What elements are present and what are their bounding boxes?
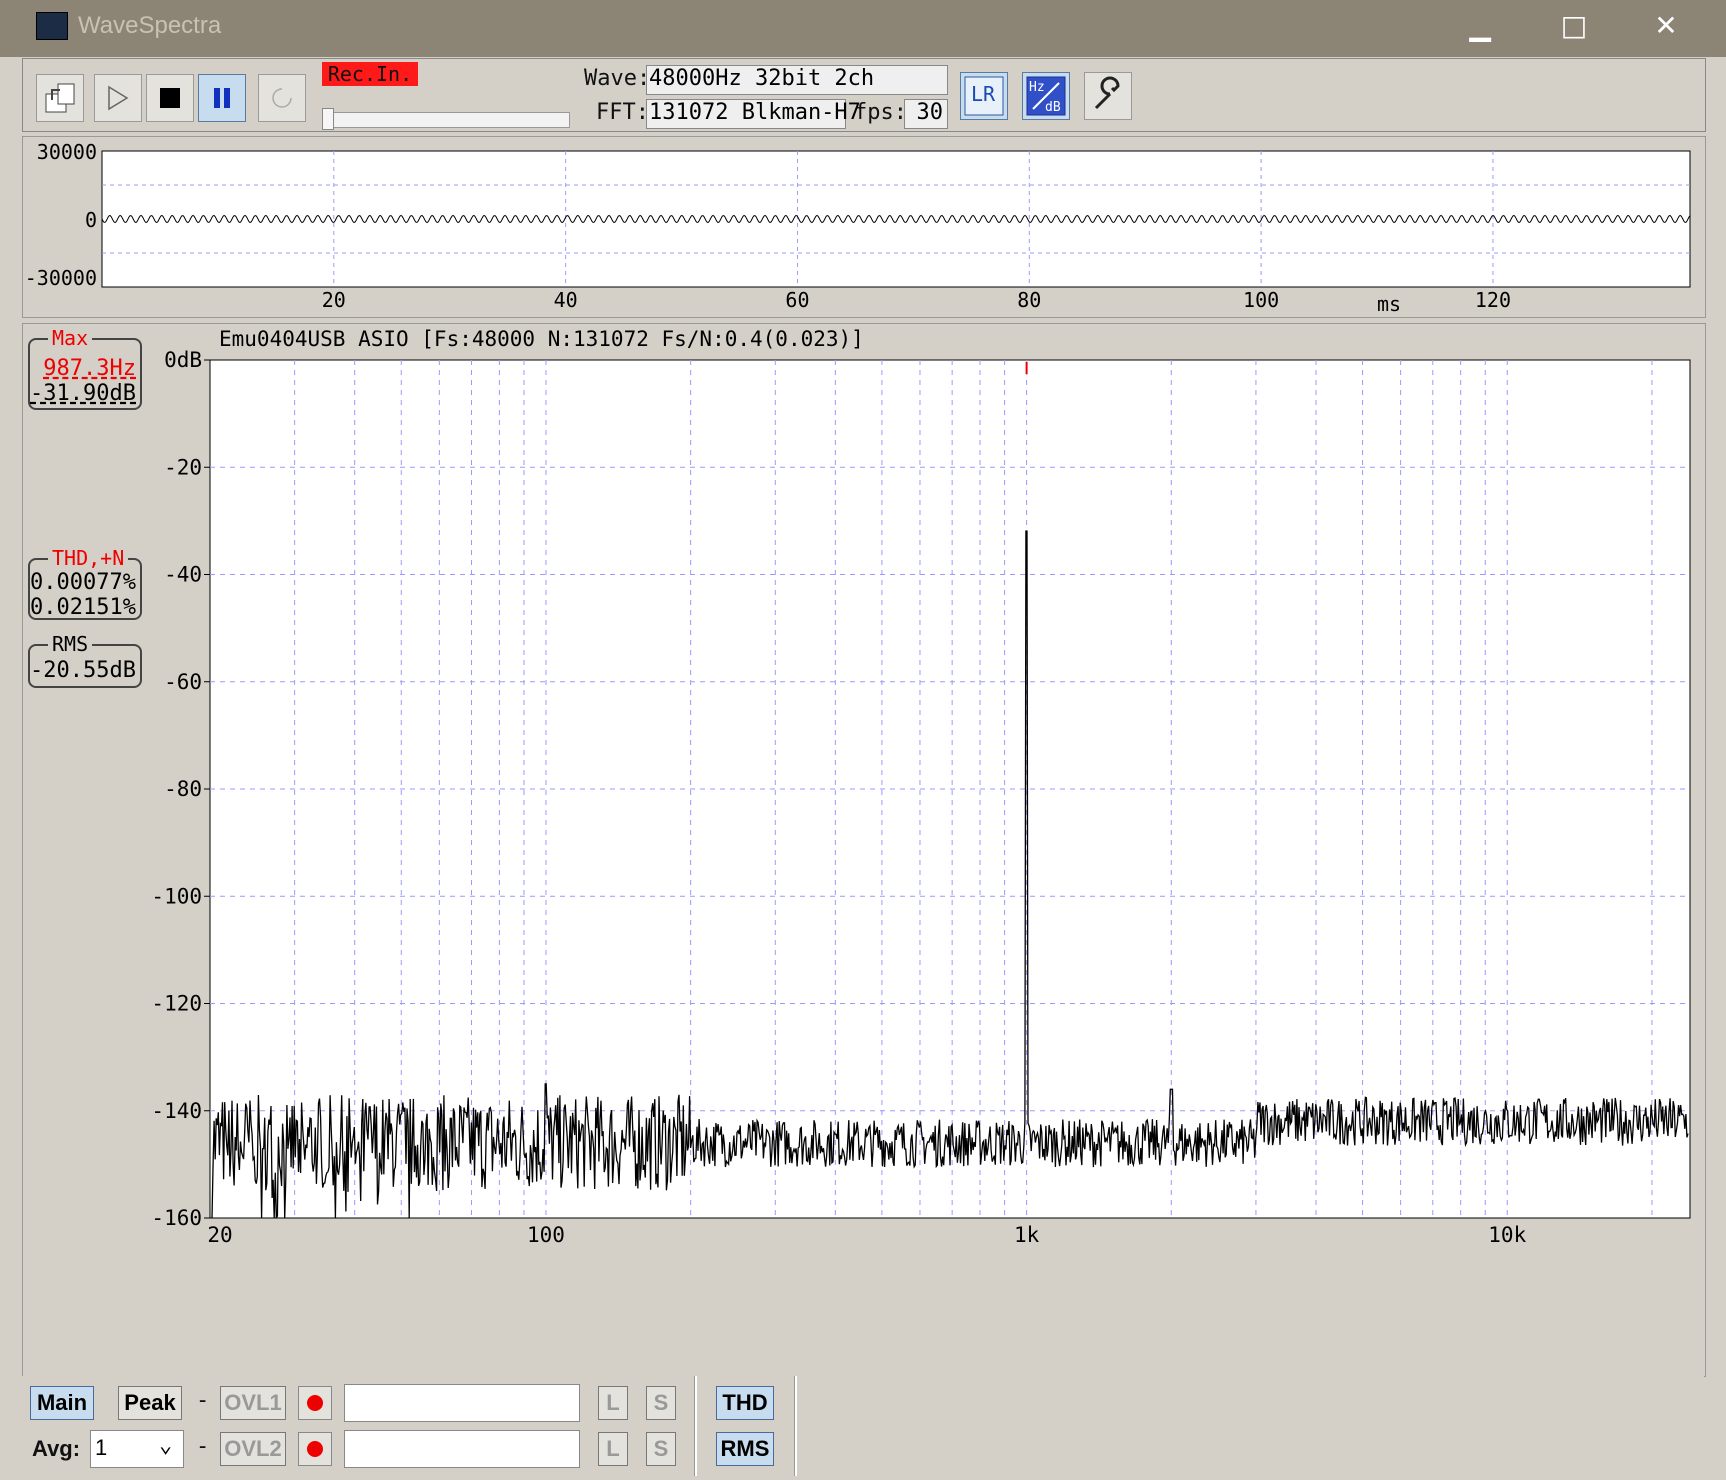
spectrum-y-tick-label: -60 — [164, 670, 202, 694]
fft-label: FFT: — [596, 100, 649, 125]
spectrum-panel: Emu0404USB ASIO [Fs:48000 N:131072 Fs/N:… — [22, 323, 1706, 1377]
max-peak-box: Max 987.3Hz -31.90dB — [28, 326, 142, 410]
spectrum-x-tick-label: 20 — [207, 1223, 232, 1247]
wave-y-tick-0: 0 — [85, 208, 97, 232]
settings-wrench-icon — [1094, 76, 1120, 110]
wave-format-field: 48000Hz 32bit 2ch — [646, 65, 948, 95]
thd-value: 0.00077% — [30, 570, 136, 595]
fps-field: 30 — [904, 99, 948, 129]
rec-input-indicator: Rec.In. — [322, 62, 418, 86]
ovl1-button[interactable]: OVL1 — [220, 1386, 286, 1420]
lr-channel-button[interactable]: LR — [960, 72, 1008, 120]
max-level: -31.90dB — [30, 381, 136, 406]
max-frequency: 987.3Hz — [43, 356, 136, 381]
thd-box: THD,+N 0.00077% 0.02151% — [28, 546, 142, 620]
fps-label: fps: — [854, 100, 907, 125]
rms-box: RMS -20.55dB — [28, 632, 142, 688]
waveform-chart: 30000 0 -30000 20 40 60 80 100 120 ms — [25, 140, 1691, 316]
pause-button[interactable] — [198, 74, 246, 122]
wave-x-tick-label: 120 — [1475, 288, 1511, 312]
level-slider-thumb[interactable] — [322, 108, 334, 130]
ovl2-load-button[interactable]: L — [598, 1432, 628, 1466]
thd-button[interactable]: THD — [716, 1386, 774, 1420]
chevron-down-icon: ⌄ — [159, 1433, 173, 1458]
spectrum-y-tick-label: -160 — [151, 1206, 202, 1230]
refresh-button[interactable] — [258, 74, 306, 122]
wave-x-tick-label: 20 — [322, 288, 346, 312]
svg-text:Hz: Hz — [1029, 80, 1045, 95]
spectrum-y-tick-label: -100 — [151, 884, 202, 908]
pause-icon — [214, 88, 230, 108]
avg-select[interactable]: 1 ⌄ — [90, 1430, 184, 1468]
ovl2-record-button[interactable] — [298, 1432, 332, 1466]
ovl2-button[interactable]: OVL2 — [220, 1432, 286, 1466]
hz-db-scale-button[interactable]: Hz dB — [1022, 72, 1070, 120]
spectrum-x-tick-label: 10k — [1488, 1223, 1526, 1247]
rms-button[interactable]: RMS — [716, 1432, 774, 1466]
ovl1-name-field[interactable] — [344, 1384, 580, 1422]
maximize-button[interactable]: □ — [1538, 0, 1610, 52]
spectrum-y-tick-label: -40 — [164, 563, 202, 587]
window-title: WaveSpectra — [78, 12, 222, 39]
ovl1-load-button[interactable]: L — [598, 1386, 628, 1420]
wave-y-tick-minus30000: -30000 — [25, 266, 97, 290]
rms-caption: RMS — [48, 632, 93, 656]
play-button[interactable] — [94, 74, 142, 122]
divider — [694, 1376, 697, 1476]
lr-channel-icon: LR — [964, 76, 1004, 116]
ovl1-record-button[interactable] — [298, 1386, 332, 1420]
open-file-button[interactable] — [36, 74, 84, 122]
open-file-icon — [45, 83, 75, 113]
spectrum-y-tick-label: 0dB — [164, 348, 202, 372]
dash-1: - — [196, 1388, 210, 1413]
minimize-button[interactable]: ▁ — [1444, 0, 1516, 52]
spectrum-y-tick-label: -120 — [151, 992, 202, 1016]
refresh-icon — [272, 88, 292, 108]
wave-x-tick-label: 40 — [554, 288, 578, 312]
svg-text:dB: dB — [1045, 100, 1061, 115]
wave-x-tick-label: 80 — [1017, 288, 1041, 312]
spectrum-x-tick-label: 100 — [527, 1223, 565, 1247]
spectrum-header: Emu0404USB ASIO [Fs:48000 N:131072 Fs/N:… — [219, 327, 864, 351]
max-caption: Max — [48, 326, 93, 350]
hz-db-scale-icon: HzdB — [1026, 76, 1066, 116]
rms-value: -20.55dB — [30, 658, 136, 683]
svg-text:LR: LR — [971, 82, 996, 106]
stop-icon — [160, 88, 180, 108]
spectrum-x-tick-label: 1k — [1014, 1223, 1040, 1247]
spectrum-y-tick-label: -20 — [164, 455, 202, 479]
settings-button[interactable] — [1084, 72, 1132, 120]
close-button[interactable]: ✕ — [1630, 0, 1702, 52]
wave-x-unit: ms — [1377, 292, 1401, 316]
divider — [794, 1376, 797, 1476]
level-slider-track[interactable] — [326, 112, 570, 128]
wave-x-tick-label: 100 — [1243, 288, 1279, 312]
thdn-value: 0.02151% — [30, 595, 136, 620]
record-dot-icon — [307, 1395, 323, 1411]
wave-x-tick-label: 60 — [785, 288, 809, 312]
waveform-panel: 30000 0 -30000 20 40 60 80 100 120 ms — [22, 136, 1706, 318]
ovl2-name-field[interactable] — [344, 1430, 580, 1468]
dash-2: - — [196, 1434, 210, 1459]
spectrum-y-tick-label: -80 — [164, 777, 202, 801]
wave-label: Wave: — [584, 66, 651, 91]
ovl1-save-button[interactable]: S — [646, 1386, 676, 1420]
play-icon — [108, 85, 129, 111]
spectrum-y-tick-label: -140 — [151, 1099, 202, 1123]
main-button[interactable]: Main — [30, 1386, 94, 1420]
spectrum-chart: Emu0404USB ASIO [Fs:48000 N:131072 Fs/N:… — [151, 327, 1691, 1247]
avg-label: Avg: — [32, 1436, 81, 1461]
app-icon[interactable] — [36, 12, 68, 40]
stop-button[interactable] — [146, 74, 194, 122]
thd-caption: THD,+N — [48, 546, 129, 570]
peak-button[interactable]: Peak — [118, 1386, 182, 1420]
fft-setting-field: 131072 Blkman-H7 — [646, 99, 861, 129]
wave-y-tick-30000: 30000 — [37, 140, 97, 164]
avg-value: 1 — [95, 1435, 108, 1460]
ovl2-save-button[interactable]: S — [646, 1432, 676, 1466]
record-dot-icon — [307, 1441, 323, 1457]
